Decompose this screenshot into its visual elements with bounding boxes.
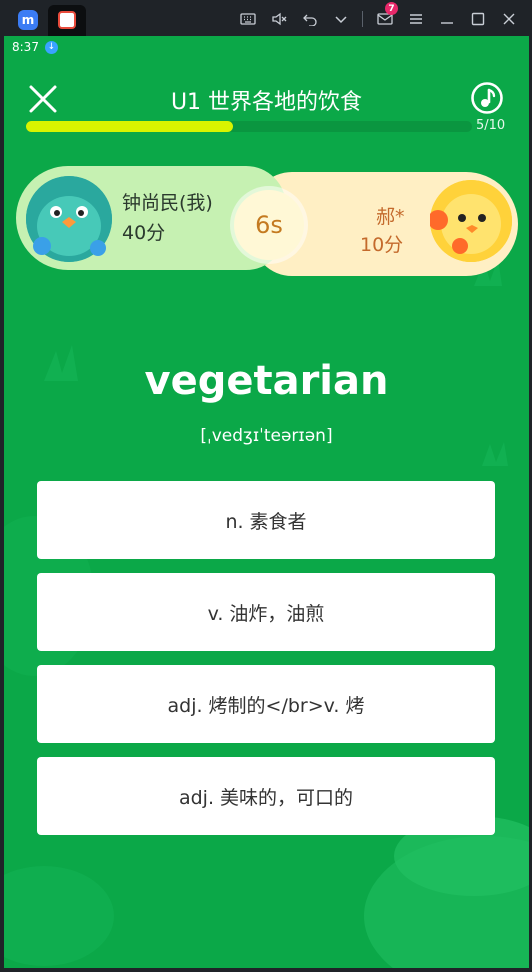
close-button[interactable]	[26, 82, 60, 116]
emulator-controls: 7	[232, 2, 524, 30]
player-score: 40分	[122, 222, 166, 244]
app-tab[interactable]	[48, 5, 86, 36]
answer-options: n. 素食者 v. 油炸，油煎 adj. 烤制的</br>v. 烤 adj. 美…	[37, 481, 495, 849]
chick-avatar-icon	[428, 180, 512, 262]
status-bar: 8:37 ↓	[12, 40, 58, 54]
status-time: 8:37	[12, 40, 39, 54]
phonetic-transcription: [ˌvedʒɪˈteərɪən]	[200, 426, 333, 446]
bird-avatar-icon	[26, 176, 112, 262]
answer-option-1[interactable]: n. 素食者	[37, 481, 495, 559]
menu-icon[interactable]	[400, 8, 431, 30]
emulator-title-bar: m 7	[0, 0, 532, 36]
progress-fill	[26, 121, 234, 132]
emulator-logo-icon: m	[18, 10, 38, 30]
music-note-icon	[471, 82, 503, 114]
question-word: vegetarian	[144, 358, 389, 404]
app-icon	[58, 11, 76, 29]
opponent-name: 郝*	[376, 206, 405, 228]
opponent-score: 10分	[360, 234, 404, 256]
progress-count: 5/10	[476, 118, 506, 133]
countdown-timer: 6s	[234, 190, 304, 260]
answer-option-3[interactable]: adj. 烤制的</br>v. 烤	[37, 665, 495, 743]
player-name: 钟尚民(我)	[122, 192, 213, 214]
close-x-icon	[29, 85, 57, 113]
chevron-down-icon[interactable]	[325, 8, 356, 30]
mute-icon[interactable]	[263, 8, 294, 30]
progress-bar	[26, 121, 472, 132]
divider	[362, 11, 363, 27]
opponent-avatar	[428, 180, 512, 262]
mail-icon[interactable]: 7	[369, 2, 400, 30]
keyboard-icon[interactable]	[232, 8, 263, 30]
maximize-icon[interactable]	[462, 8, 493, 30]
download-icon: ↓	[44, 40, 58, 54]
undo-icon[interactable]	[294, 8, 325, 30]
page-title: U1 世界各地的饮食	[170, 90, 363, 115]
player-avatar	[26, 176, 112, 262]
app-screen: 8:37 ↓ U1 世界各地的饮食 5/10 钟尚民(我) 40分 郝* 10分…	[4, 36, 529, 968]
music-button[interactable]	[470, 81, 504, 115]
minimize-icon[interactable]	[431, 8, 462, 30]
mail-badge: 7	[385, 2, 398, 15]
close-icon[interactable]	[493, 8, 524, 30]
answer-option-4[interactable]: adj. 美味的，可口的	[37, 757, 495, 835]
answer-option-2[interactable]: v. 油炸，油煎	[37, 573, 495, 651]
